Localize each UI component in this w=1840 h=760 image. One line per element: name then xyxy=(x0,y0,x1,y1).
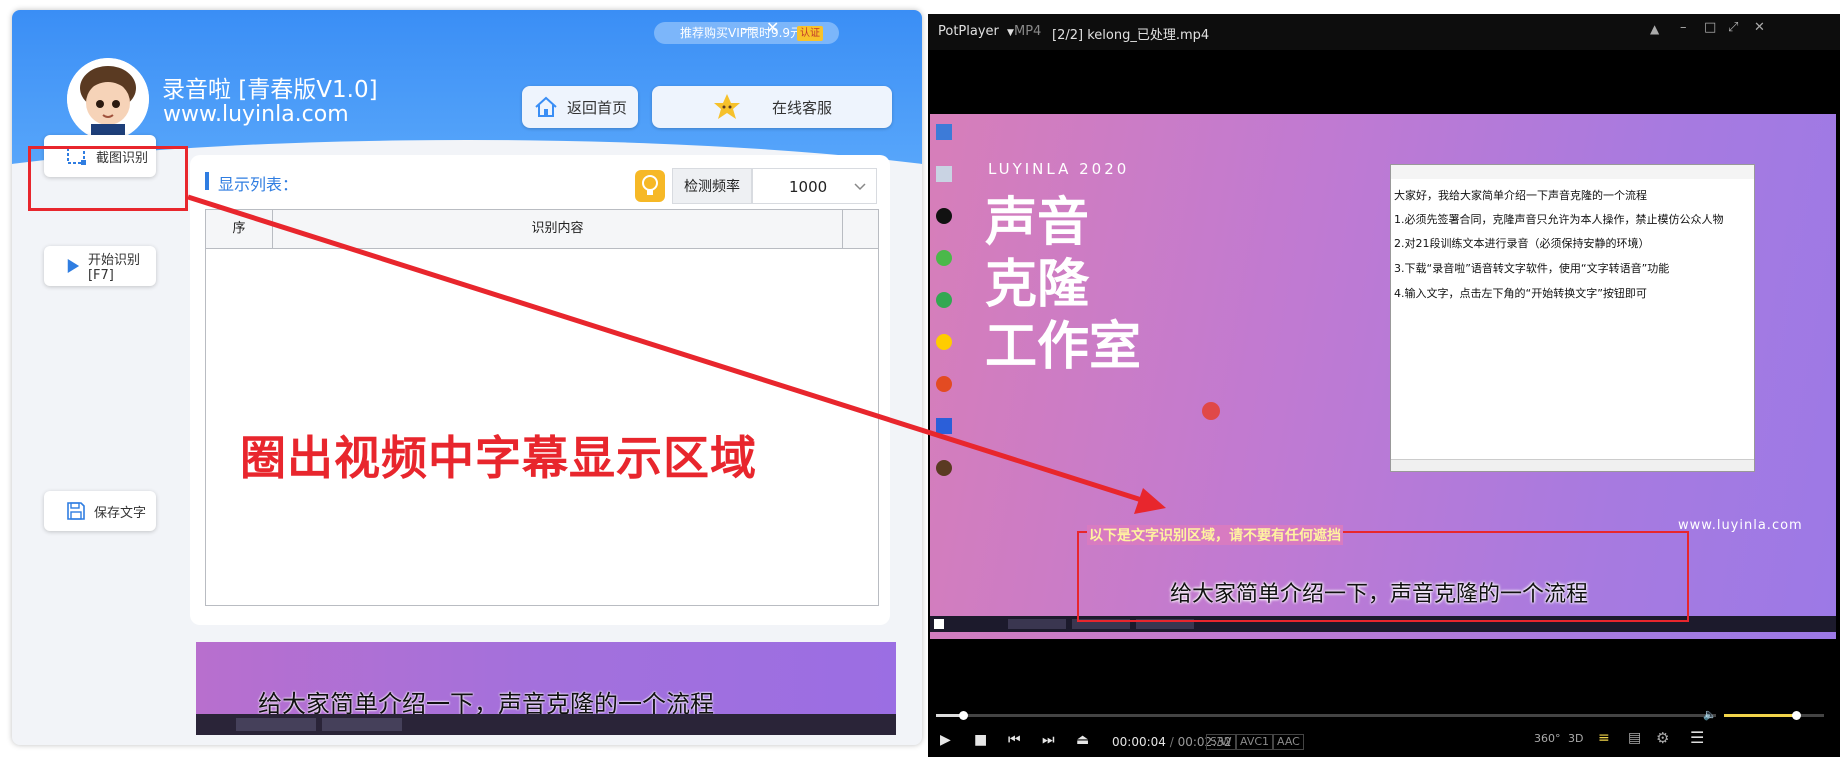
column-header-content: 识别内容 xyxy=(531,221,584,236)
file-title: [2/2] kelong_已处理.mp4 xyxy=(1052,28,1210,43)
frequency-label: 检测频率 xyxy=(672,168,752,204)
home-button-label: 返回首页 xyxy=(566,98,627,117)
start-recognize-label: 开始识别[F7] xyxy=(87,253,140,283)
save-icon xyxy=(67,502,85,520)
seek-handle[interactable] xyxy=(958,711,968,720)
stop-icon[interactable]: ■ xyxy=(974,732,987,748)
video-subtitle: 给大家简单介绍一下，声音克隆的一个流程 xyxy=(1170,582,1589,607)
play-icon[interactable]: ▶ xyxy=(940,732,951,748)
list-label: 显示列表： xyxy=(218,175,299,194)
table-header: 序 识别内容 xyxy=(206,210,878,249)
player-app-menu[interactable]: PotPlayer ▼ xyxy=(938,24,1014,39)
codec-tag[interactable]: AAC xyxy=(1273,734,1304,750)
preview-taskbar xyxy=(196,714,896,735)
recognition-region-label: 以下是文字识别区域，请不要有任何遮挡 xyxy=(1087,525,1343,545)
headline-line: 声音 xyxy=(985,193,1090,253)
seek-bar[interactable] xyxy=(936,711,1716,720)
home-button[interactable]: 返回首页 xyxy=(522,86,638,128)
chevron-down-icon: ▼ xyxy=(1007,28,1014,38)
3d-icon[interactable]: 3D xyxy=(1568,732,1583,745)
maximize-icon[interactable]: □ xyxy=(1704,20,1716,35)
volume-slider[interactable] xyxy=(1724,711,1824,720)
preview-task-item xyxy=(236,718,316,731)
volume-handle[interactable] xyxy=(1792,711,1801,720)
lightbulb-icon xyxy=(642,175,658,195)
fullscreen-icon[interactable]: ⤢ xyxy=(1728,20,1738,35)
subtitle-search-icon[interactable]: ≡ xyxy=(1598,730,1610,746)
app-title: 录音啦 [青春版V1.0] xyxy=(162,77,378,103)
volume-fill xyxy=(1724,714,1796,717)
play-icon xyxy=(67,259,80,273)
avatar xyxy=(67,58,149,140)
customer-service-button[interactable]: 在线客服 xyxy=(652,86,892,128)
save-text-label: 保存文字 xyxy=(94,505,147,521)
start-recognize-button[interactable]: 开始识别[F7] xyxy=(44,246,156,286)
notepad-line: 4.输入文字，点击左下角的“开始转换文字”按钮即可 xyxy=(1394,287,1647,300)
annotation-highlight-box-capture xyxy=(28,146,188,211)
annotation-instruction: 圈出视频中字幕显示区域 xyxy=(239,430,757,486)
headline-line: 克隆 xyxy=(985,255,1090,315)
windows-start-icon xyxy=(934,619,944,629)
codec-tag[interactable]: AVC1 xyxy=(1236,734,1274,750)
preview-task-item xyxy=(322,718,402,731)
home-icon xyxy=(535,96,557,117)
time-separator: / xyxy=(1169,735,1174,749)
codec-tag[interactable]: S/W xyxy=(1206,734,1236,750)
tips-button[interactable] xyxy=(635,170,665,202)
vr-360-icon[interactable]: 360° xyxy=(1534,732,1561,745)
star-mascot-icon xyxy=(713,94,740,119)
close-icon[interactable]: ✕ xyxy=(1754,20,1765,35)
player-app-name: PotPlayer xyxy=(938,24,999,39)
avatar-cartoon-icon xyxy=(67,58,149,140)
frequency-select[interactable]: 1000 xyxy=(752,168,877,204)
pin-icon[interactable]: ▲ xyxy=(1650,22,1659,36)
minimize-button[interactable]: — xyxy=(742,19,758,38)
column-header-index: 序 xyxy=(206,210,273,248)
notepad-line: 3.下载“录音啦”语音转文字软件，使用“文字转语音”功能 xyxy=(1394,262,1670,275)
app-url[interactable]: www.luyinla.com xyxy=(163,102,349,127)
notepad-titlebar xyxy=(1391,165,1754,179)
column-divider xyxy=(842,210,843,248)
notepad-statusbar xyxy=(1391,459,1754,471)
customer-service-label: 在线客服 xyxy=(771,98,832,117)
minimize-icon[interactable]: – xyxy=(1680,20,1687,35)
time-current: 00:00:04 xyxy=(1112,735,1166,749)
vip-badge: 认证 xyxy=(797,26,823,41)
recognition-table: 序 识别内容 xyxy=(205,209,879,606)
close-button[interactable]: ✕ xyxy=(766,18,779,37)
video-headline: 声音 克隆 工作室 xyxy=(985,192,1141,378)
headline-line: 工作室 xyxy=(985,317,1142,377)
video-brand: LUYINLA 2020 xyxy=(988,160,1130,178)
capture-preview: 给大家简单介绍一下，声音克隆的一个流程 xyxy=(196,642,896,735)
notepad-line: 2.对21段训练文本进行录音（必须保持安静的环境） xyxy=(1394,237,1650,250)
previous-icon[interactable]: ⏮ xyxy=(1008,732,1021,748)
settings-gear-icon[interactable]: ⚙ xyxy=(1656,729,1669,747)
section-marker xyxy=(205,172,209,190)
notepad-line: 1.必须先签署合同，克隆声音只允许为本人操作，禁止模仿公众人物 xyxy=(1394,213,1724,226)
menu-icon[interactable]: ☰ xyxy=(1690,728,1704,747)
playlist-icon[interactable]: ▤ xyxy=(1628,730,1641,746)
cursor-marker-icon xyxy=(1202,402,1220,420)
potplayer-window: PotPlayer ▼ MP4 [2/2] kelong_已处理.mp4 ▲ –… xyxy=(928,14,1840,757)
volume-icon[interactable]: 🔈 xyxy=(1703,708,1717,721)
notepad-window: 大家好，我给大家简单介绍一下声音克隆的一个流程 1.必须先签署合同，克隆声音只允… xyxy=(1390,164,1755,472)
format-label: MP4 xyxy=(1014,24,1042,39)
eject-icon[interactable]: ⏏ xyxy=(1076,732,1089,748)
video-watermark: www.luyinla.com xyxy=(1678,518,1803,533)
next-icon[interactable]: ⏭ xyxy=(1042,732,1055,748)
video-task-item xyxy=(1008,619,1066,629)
chevron-down-icon xyxy=(854,183,866,191)
frequency-value: 1000 xyxy=(789,178,828,196)
desktop-icons xyxy=(936,124,954,484)
player-titlebar: PotPlayer ▼ MP4 [2/2] kelong_已处理.mp4 ▲ –… xyxy=(928,14,1840,50)
save-text-button[interactable]: 保存文字 xyxy=(44,491,156,531)
notepad-line: 大家好，我给大家简单介绍一下声音克隆的一个流程 xyxy=(1394,189,1647,202)
